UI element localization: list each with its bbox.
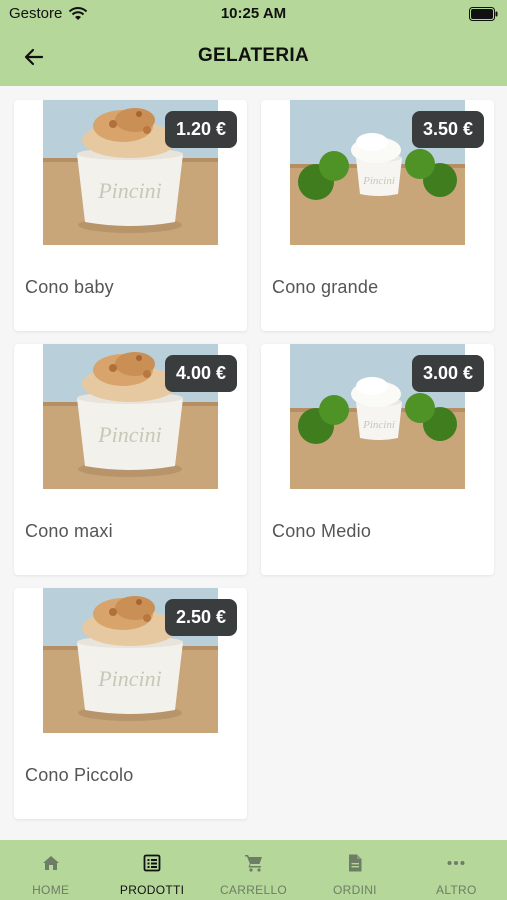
cart-icon bbox=[244, 855, 262, 872]
battery-icon bbox=[469, 7, 498, 21]
product-name: Cono maxi bbox=[25, 521, 113, 541]
nav-item-carrello[interactable]: CARRELLO bbox=[203, 840, 304, 900]
price-badge: 2.50 € bbox=[164, 599, 237, 636]
list-icon bbox=[143, 854, 161, 872]
price-badge: 3.00 € bbox=[411, 355, 484, 392]
product-card[interactable]: 3.50 € Cono grande bbox=[261, 100, 494, 331]
nav-label: ORDINI bbox=[333, 883, 377, 897]
product-card[interactable]: 1.20 € Cono baby bbox=[14, 100, 247, 331]
nav-item-ordini[interactable]: ORDINI bbox=[304, 840, 405, 900]
nav-label: ALTRO bbox=[436, 883, 477, 897]
product-card[interactable]: 3.00 € Cono Medio bbox=[261, 344, 494, 575]
price-badge: 4.00 € bbox=[164, 355, 237, 392]
product-name: Cono Piccolo bbox=[25, 765, 134, 785]
nav-item-altro[interactable]: ALTRO bbox=[406, 840, 507, 900]
price-badge: 3.50 € bbox=[411, 111, 484, 148]
home-icon bbox=[42, 856, 59, 870]
nav-label: CARRELLO bbox=[219, 883, 288, 897]
page-title: GELATERIA bbox=[197, 45, 310, 66]
more-icon bbox=[447, 861, 465, 865]
status-time: 10:25 AM bbox=[220, 5, 287, 22]
bottom-nav: HOME PRODOTTI CARRELLO ORDINI ALTRO bbox=[0, 840, 507, 900]
product-name: Cono baby bbox=[25, 277, 114, 297]
status-bar: Gestore 10:25 AM bbox=[0, 0, 507, 28]
product-card[interactable]: 4.00 € Cono maxi bbox=[14, 344, 247, 575]
product-grid: 1.20 € Cono baby 3.50 € Cono grande 4.00… bbox=[0, 86, 507, 840]
document-icon bbox=[348, 854, 362, 872]
nav-item-prodotti[interactable]: PRODOTTI bbox=[101, 840, 202, 900]
product-name: Cono grande bbox=[272, 277, 379, 297]
nav-label: PRODOTTI bbox=[119, 883, 185, 897]
app-bar: GELATERIA bbox=[0, 28, 507, 86]
nav-label: HOME bbox=[32, 883, 70, 897]
price-badge: 1.20 € bbox=[164, 111, 237, 148]
product-card[interactable]: 2.50 € Cono Piccolo bbox=[14, 588, 247, 819]
nav-item-home[interactable]: HOME bbox=[0, 840, 101, 900]
product-name: Cono Medio bbox=[272, 521, 372, 541]
